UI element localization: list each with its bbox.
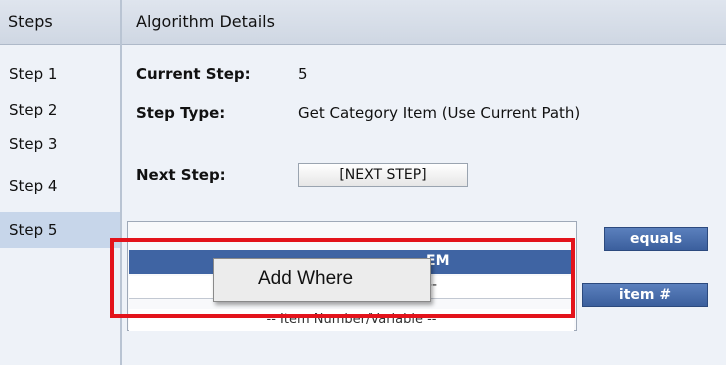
step-item-3[interactable]: Step 3 <box>0 126 120 162</box>
steps-panel-title: Steps <box>0 0 120 45</box>
step-type-value: Get Category Item (Use Current Path) <box>298 104 581 122</box>
context-menu: Add Where <box>213 258 431 302</box>
step-item-4[interactable]: Step 4 <box>0 168 120 204</box>
equals-button[interactable]: equals <box>604 227 708 251</box>
item-number-button[interactable]: item # <box>582 283 708 307</box>
step-item-2[interactable]: Step 2 <box>0 92 120 128</box>
next-step-label: Next Step: <box>136 166 226 184</box>
item-number-variable-row[interactable]: -- Item Number/Variable -- <box>129 309 574 331</box>
current-step-label: Current Step: <box>136 65 251 83</box>
step-type-label: Step Type: <box>136 104 226 122</box>
next-step-button[interactable]: [NEXT STEP] <box>298 163 468 187</box>
details-panel-title: Algorithm Details <box>122 0 726 45</box>
context-menu-item-add-where[interactable]: Add Where <box>214 259 430 301</box>
step-item-1[interactable]: Step 1 <box>0 56 120 92</box>
step-item-5[interactable]: Step 5 <box>0 212 120 248</box>
steps-panel: Steps Step 1 Step 2 Step 3 Step 4 Step 5 <box>0 0 121 365</box>
current-step-value: 5 <box>298 65 308 83</box>
